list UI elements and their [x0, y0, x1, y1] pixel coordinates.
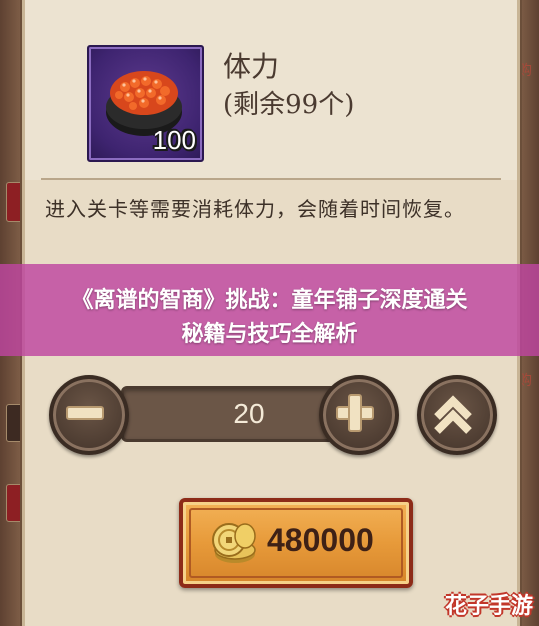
divider [41, 178, 501, 180]
double-chevron-up-icon [434, 395, 472, 434]
item-name: 体力 [223, 50, 280, 83]
game-screen: 购 购 100 体力 (剩余99个) 进入关卡等需要消耗体力，会随着时间恢复。 … [0, 0, 539, 626]
plus-icon [336, 394, 374, 432]
gold-coins-icon [212, 523, 256, 563]
item-icon-frame: 100 [87, 45, 204, 162]
price-label: 480000 [267, 522, 374, 558]
minus-icon [66, 406, 104, 420]
banner-title-line2: 秘籍与技巧全解析 [181, 322, 358, 347]
item-remaining: (剩余99个) [223, 90, 355, 120]
banner-title-line1: 《离谱的智商》挑战：童年铺子深度通关 [71, 288, 468, 313]
watermark: 花子手游 [444, 594, 533, 619]
plus-button[interactable] [319, 375, 399, 455]
minus-button[interactable] [49, 375, 129, 455]
article-title-banner: 《离谱的智商》挑战：童年铺子深度通关 秘籍与技巧全解析 [0, 264, 539, 356]
item-count-badge: 100 [152, 125, 196, 155]
purchase-button[interactable]: 480000 [179, 498, 413, 588]
item-description: 进入关卡等需要消耗体力，会随着时间恢复。 [45, 197, 465, 221]
max-button[interactable] [417, 375, 497, 455]
